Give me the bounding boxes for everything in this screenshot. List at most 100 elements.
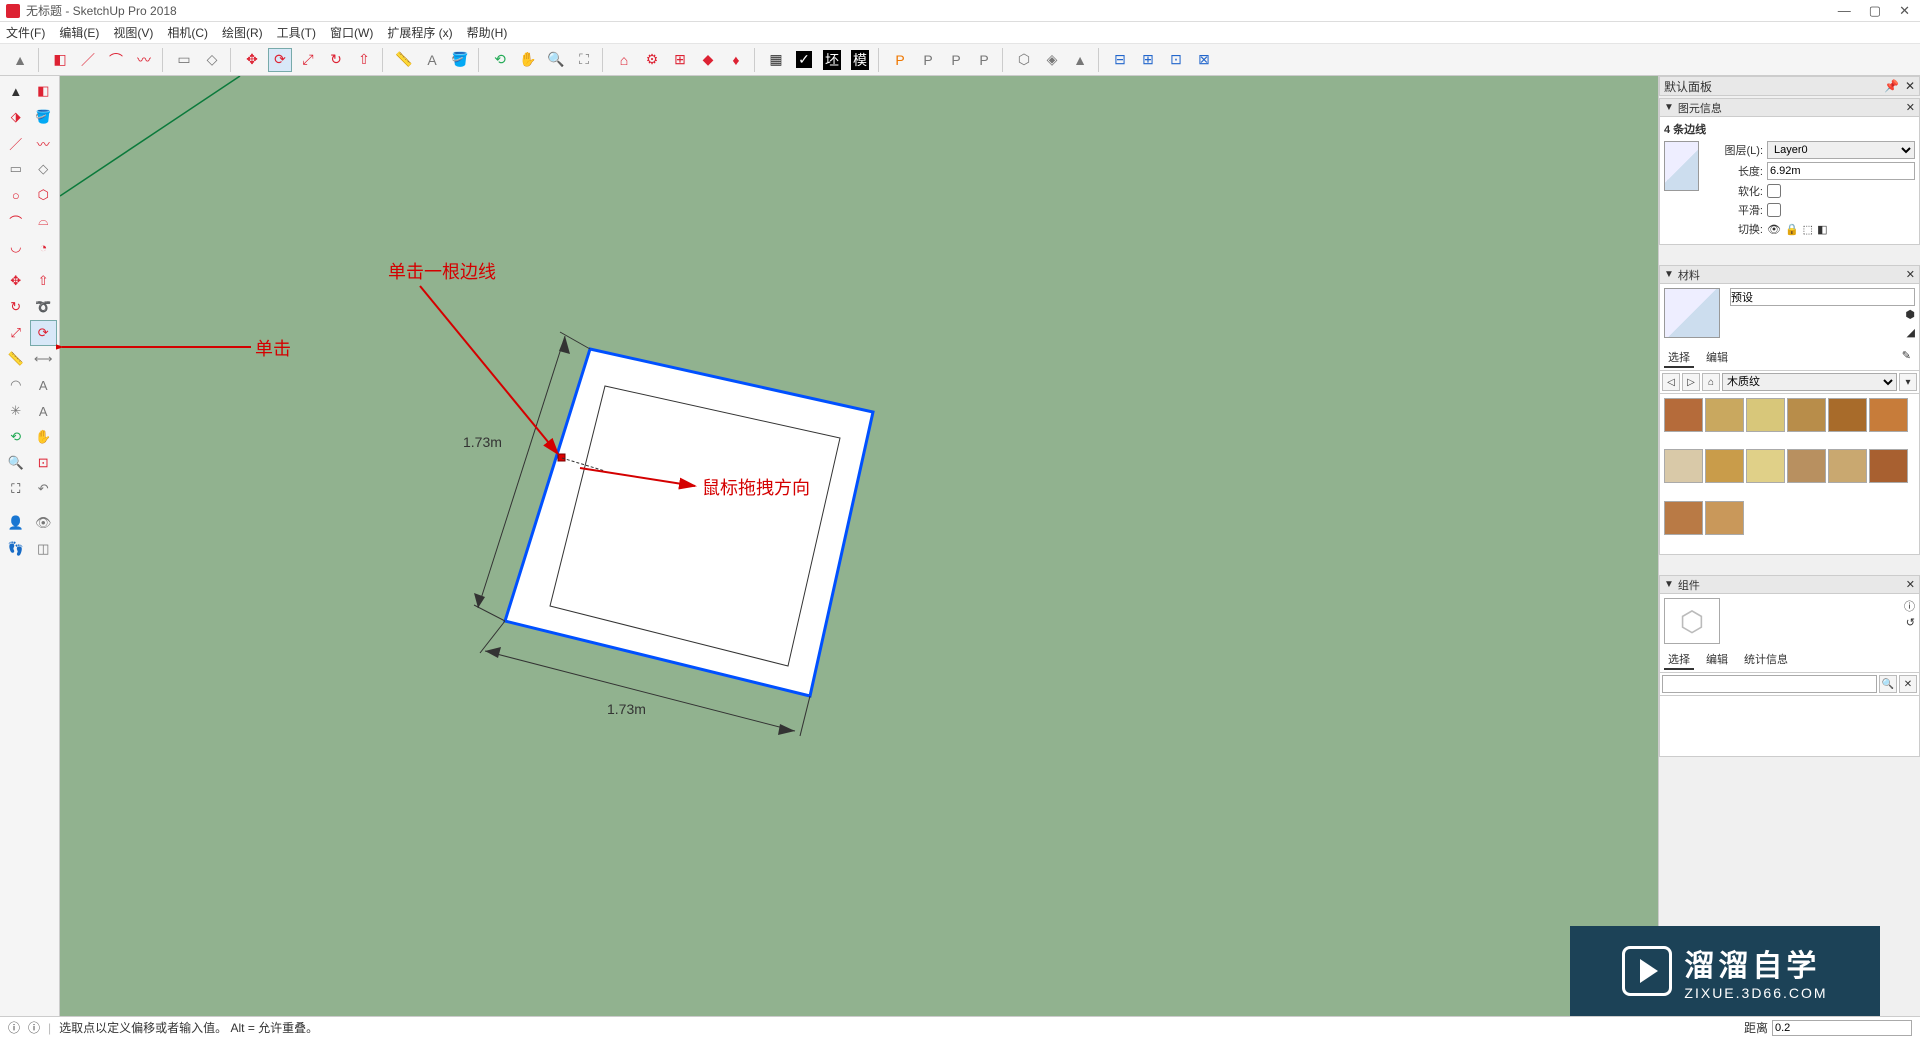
components-header[interactable]: ▼ 组件 ✕ [1660, 576, 1919, 594]
p1-icon[interactable]: P [888, 48, 912, 72]
dim-icon[interactable]: ⟷ [30, 346, 58, 372]
component-search-field[interactable] [1662, 675, 1877, 693]
freehand-tool[interactable]: 〰 [132, 48, 156, 72]
circle-icon[interactable]: ○ [2, 182, 30, 208]
create-material-icon[interactable]: ⬢ [1905, 308, 1915, 321]
look-icon[interactable]: 👁 [30, 510, 58, 536]
component-icon[interactable]: ◧ [30, 78, 58, 104]
menu-window[interactable]: 窗口(W) [330, 24, 373, 41]
collapse-icon[interactable]: ▼ [1664, 579, 1674, 590]
p4-icon[interactable]: P [972, 48, 996, 72]
component-menu-icon[interactable]: ⓘ [1904, 598, 1915, 614]
text-tool[interactable]: A [420, 48, 444, 72]
close-button[interactable]: ✕ [1899, 3, 1910, 19]
arc3-icon[interactable]: ◡ [2, 234, 30, 260]
move-icon[interactable]: ✥ [2, 268, 30, 294]
material-name-field[interactable] [1730, 288, 1915, 306]
material-swatch[interactable] [1705, 449, 1744, 483]
viewport[interactable]: 1.73m 1.73m 单击一根边线 鼠标拖拽方向 [60, 76, 1658, 1016]
followme-icon[interactable]: ➰ [30, 294, 58, 320]
arc-tool[interactable]: ⌒ [104, 48, 128, 72]
material-swatch[interactable] [1869, 449, 1908, 483]
tray-pin-icon[interactable]: 📌 [1884, 79, 1899, 93]
clear-icon[interactable]: ✕ [1899, 675, 1917, 693]
info-icon[interactable]: ⓘ [28, 1019, 40, 1036]
material-swatch[interactable] [1828, 449, 1867, 483]
rotrect-icon[interactable]: ◇ [30, 156, 58, 182]
scale-tool[interactable]: ⤢ [296, 48, 320, 72]
menu-camera[interactable]: 相机(C) [167, 24, 208, 41]
scale-icon[interactable]: ⤢ [2, 320, 30, 346]
eyedropper-icon[interactable]: ✎ [1898, 348, 1915, 368]
view3-icon[interactable]: ⊡ [1164, 48, 1188, 72]
material-category-select[interactable]: 木质纹 [1722, 373, 1897, 391]
nav-menu-icon[interactable]: ▾ [1899, 373, 1917, 391]
tape-tool[interactable]: 📏 [392, 48, 416, 72]
select-icon[interactable]: ▲ [2, 78, 30, 104]
paint-tool[interactable]: 🪣 [448, 48, 472, 72]
panel-close-icon[interactable]: ✕ [1906, 578, 1915, 591]
collapse-icon[interactable]: ▼ [1664, 269, 1674, 280]
length-field[interactable] [1767, 162, 1915, 180]
material-swatch[interactable] [1664, 449, 1703, 483]
polygon-icon[interactable]: ⬡ [30, 182, 58, 208]
ruby-icon[interactable]: ◆ [696, 48, 720, 72]
menu-view[interactable]: 视图(V) [113, 24, 153, 41]
axes-icon[interactable]: ✳ [2, 398, 30, 424]
default-material-icon[interactable]: ◢ [1907, 326, 1915, 339]
p2-icon[interactable]: P [916, 48, 940, 72]
pushpull-icon[interactable]: ⇧ [30, 268, 58, 294]
view4-icon[interactable]: ⊠ [1192, 48, 1216, 72]
orbit-tool[interactable]: ⟲ [488, 48, 512, 72]
material-swatch[interactable] [1664, 501, 1703, 535]
protractor-icon[interactable]: ◠ [2, 372, 30, 398]
material-swatch[interactable] [1746, 398, 1785, 432]
material-swatch[interactable] [1828, 398, 1867, 432]
zoom-extents-tool[interactable]: ⛶ [572, 48, 596, 72]
view1-icon[interactable]: ⊟ [1108, 48, 1132, 72]
visibility-icon[interactable]: 👁 [1767, 223, 1781, 236]
offset-icon[interactable]: ⟳ [30, 320, 58, 346]
line-tool[interactable]: ／ [76, 48, 100, 72]
freehand-icon[interactable]: 〰 [30, 130, 58, 156]
rotated-rect-tool[interactable]: ◇ [200, 48, 224, 72]
tab-select[interactable]: 选择 [1664, 348, 1694, 368]
maximize-button[interactable]: ▢ [1869, 3, 1881, 19]
position-icon[interactable]: 👤 [2, 510, 30, 536]
rectangle-tool[interactable]: ▭ [172, 48, 196, 72]
menu-help[interactable]: 帮助(H) [467, 24, 508, 41]
eraser-tool[interactable]: ◧ [48, 48, 72, 72]
menu-file[interactable]: 文件(F) [6, 24, 45, 41]
zoom-tool[interactable]: 🔍 [544, 48, 568, 72]
pan-icon[interactable]: ✋ [30, 424, 58, 450]
3dtext-icon[interactable]: A [30, 398, 58, 424]
orbit-icon[interactable]: ⟲ [2, 424, 30, 450]
prev-icon[interactable]: ↶ [30, 476, 58, 502]
solid3-icon[interactable]: ▲ [1068, 48, 1092, 72]
line-icon[interactable]: ／ [2, 130, 30, 156]
select-tool[interactable]: ▲ [8, 48, 32, 72]
outer-face[interactable] [505, 349, 873, 696]
eraser-icon[interactable]: ⬗ [2, 104, 30, 130]
material-swatch[interactable] [1787, 449, 1826, 483]
cast-icon[interactable]: ◧ [1817, 223, 1827, 236]
gem-icon[interactable]: ♦ [724, 48, 748, 72]
panel-close-icon[interactable]: ✕ [1906, 101, 1915, 114]
pushpull-tool[interactable]: ⇧ [352, 48, 376, 72]
tab-stats[interactable]: 统计信息 [1740, 650, 1792, 670]
minimize-button[interactable]: — [1838, 3, 1851, 19]
zoomext-icon[interactable]: ⛶ [2, 476, 30, 502]
menu-edit[interactable]: 编辑(E) [59, 24, 99, 41]
zoom-icon[interactable]: 🔍 [2, 450, 30, 476]
menu-draw[interactable]: 绘图(R) [222, 24, 263, 41]
soften-checkbox[interactable] [1767, 184, 1781, 198]
warehouse-icon[interactable]: ⌂ [612, 48, 636, 72]
section-icon[interactable]: ◫ [30, 536, 58, 562]
distance-field[interactable] [1772, 1020, 1912, 1036]
search-icon[interactable]: 🔍 [1879, 675, 1897, 693]
component-reset-icon[interactable]: ↺ [1906, 616, 1915, 629]
menu-tools[interactable]: 工具(T) [277, 24, 316, 41]
arc2-icon[interactable]: ⌓ [30, 208, 58, 234]
layer-select[interactable]: Layer0 [1767, 141, 1915, 159]
nav-back-icon[interactable]: ◁ [1662, 373, 1680, 391]
